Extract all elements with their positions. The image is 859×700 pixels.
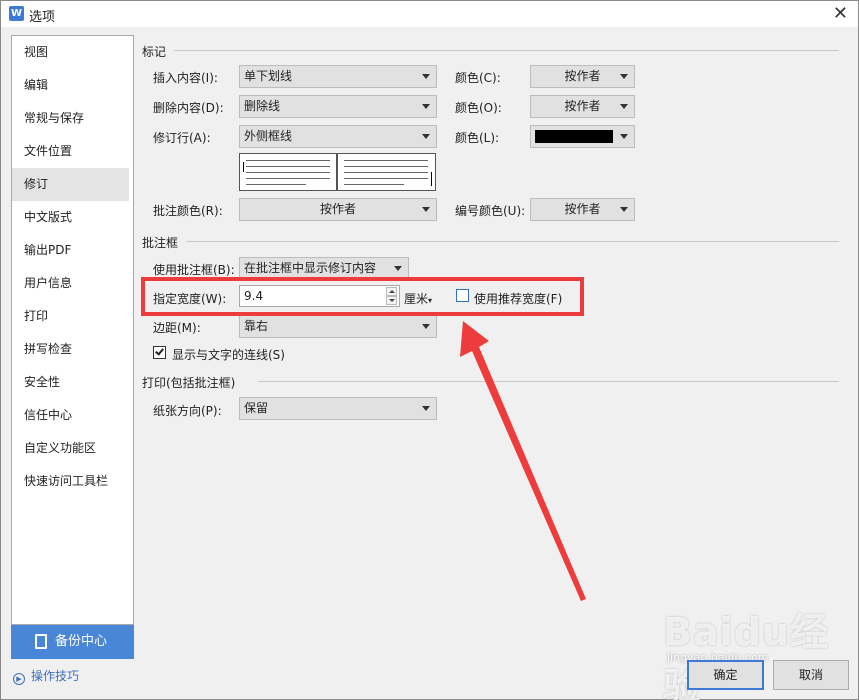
comment-color-select[interactable]: 按作者 — [239, 198, 437, 221]
number-color-select[interactable]: 按作者 — [530, 198, 635, 221]
tips-link[interactable]: ▶ 操作技巧 — [13, 667, 79, 685]
markup-section-title: 标记 — [142, 45, 167, 59]
sidebar-item-trust-center[interactable]: 信任中心 — [12, 399, 133, 432]
comment-color-label: 批注颜色(R): — [153, 204, 223, 218]
revision-line-color-label: 颜色(L): — [455, 131, 500, 145]
balloon-section-title: 批注框 — [142, 236, 179, 250]
backup-center-button[interactable]: 备份中心 — [11, 625, 134, 659]
options-dialog: W 选项 ✕ 视图 编辑 常规与保存 文件位置 修订 中文版式 输出PDF 用户… — [0, 0, 859, 700]
insert-color-label: 颜色(C): — [455, 71, 501, 85]
number-color-value: 按作者 — [564, 202, 601, 216]
ok-button[interactable]: 确定 — [687, 660, 764, 690]
sidebar-item-security[interactable]: 安全性 — [12, 366, 133, 399]
margin-select[interactable]: 靠右 — [239, 315, 437, 338]
orientation-label: 纸张方向(P): — [153, 404, 222, 418]
revision-line-select[interactable]: 外侧框线 — [239, 125, 437, 148]
section-divider — [174, 50, 839, 51]
chevron-down-icon — [620, 207, 628, 212]
sidebar-item-quick-access-toolbar[interactable]: 快速访问工具栏 — [12, 465, 133, 498]
sidebar-item-view[interactable]: 视图 — [12, 36, 133, 69]
number-color-label: 编号颜色(U): — [455, 204, 526, 218]
insert-content-value: 单下划线 — [244, 69, 293, 83]
orientation-select[interactable]: 保留 — [239, 397, 437, 420]
show-lines-checkbox[interactable] — [153, 346, 166, 359]
left-preview — [239, 153, 337, 191]
comment-color-value: 按作者 — [319, 202, 356, 216]
sidebar-item-customize-ribbon[interactable]: 自定义功能区 — [12, 432, 133, 465]
delete-color-label: 颜色(O): — [455, 101, 502, 115]
section-divider — [258, 381, 839, 382]
use-balloon-value: 在批注框中显示修订内容 — [244, 261, 377, 275]
insert-content-label: 插入内容(I): — [153, 71, 218, 85]
chevron-down-icon — [620, 74, 628, 79]
cancel-button[interactable]: 取消 — [773, 660, 849, 690]
use-balloon-label: 使用批注框(B): — [153, 263, 235, 277]
chevron-down-icon — [422, 207, 430, 212]
sidebar-item-file-location[interactable]: 文件位置 — [12, 135, 133, 168]
print-section-title: 打印(包括批注框) — [142, 376, 236, 390]
chevron-down-icon — [422, 324, 430, 329]
chevron-down-icon — [422, 104, 430, 109]
revision-line-value: 外侧框线 — [244, 129, 293, 143]
sidebar-item-revision[interactable]: 修订 — [12, 168, 129, 201]
check-icon — [155, 346, 164, 356]
tips-label: 操作技巧 — [31, 669, 80, 683]
revision-line-color-select[interactable] — [530, 125, 635, 148]
chevron-down-icon — [422, 74, 430, 79]
delete-content-value: 删除线 — [244, 99, 281, 113]
sidebar-item-spell-check[interactable]: 拼写检查 — [12, 333, 133, 366]
insert-color-select[interactable]: 按作者 — [530, 65, 635, 88]
sidebar-item-export-pdf[interactable]: 输出PDF — [12, 234, 133, 267]
title-bar: W 选项 ✕ — [1, 1, 858, 27]
delete-color-select[interactable]: 按作者 — [530, 95, 635, 118]
orientation-value: 保留 — [244, 401, 269, 415]
options-sidebar: 视图 编辑 常规与保存 文件位置 修订 中文版式 输出PDF 用户信息 打印 拼… — [11, 35, 134, 625]
delete-content-label: 删除内容(D): — [153, 101, 224, 115]
dialog-title: 选项 — [29, 10, 56, 25]
color-swatch — [535, 130, 613, 143]
insert-content-select[interactable]: 单下划线 — [239, 65, 437, 88]
insert-color-value: 按作者 — [564, 69, 601, 83]
chevron-down-icon — [422, 134, 430, 139]
close-icon[interactable]: ✕ — [833, 3, 848, 24]
sidebar-item-edit[interactable]: 编辑 — [12, 69, 133, 102]
show-lines-label: 显示与文字的连线(S) — [172, 348, 285, 362]
sidebar-item-user-info[interactable]: 用户信息 — [12, 267, 133, 300]
margin-value: 靠右 — [244, 319, 269, 333]
backup-center-label: 备份中心 — [55, 634, 108, 649]
backup-icon — [35, 634, 47, 649]
sidebar-item-general-save[interactable]: 常规与保存 — [12, 102, 133, 135]
wps-writer-icon: W — [9, 6, 24, 21]
delete-content-select[interactable]: 删除线 — [239, 95, 437, 118]
chevron-down-icon — [422, 406, 430, 411]
chevron-down-icon — [620, 134, 628, 139]
chevron-down-icon — [620, 104, 628, 109]
revision-settings-panel: 标记 插入内容(I): 单下划线 颜色(C): 按作者 删除内容(D): 删除线… — [134, 35, 852, 659]
revision-line-label: 修订行(A): — [153, 131, 211, 145]
section-divider — [186, 241, 839, 242]
right-preview — [337, 153, 436, 191]
sidebar-item-print[interactable]: 打印 — [12, 300, 133, 333]
annotation-highlight-box — [141, 277, 584, 316]
delete-color-value: 按作者 — [564, 99, 601, 113]
sidebar-item-chinese-layout[interactable]: 中文版式 — [12, 201, 133, 234]
margin-label: 边距(M): — [153, 321, 201, 335]
chevron-down-icon — [394, 266, 402, 271]
play-icon: ▶ — [13, 673, 25, 685]
